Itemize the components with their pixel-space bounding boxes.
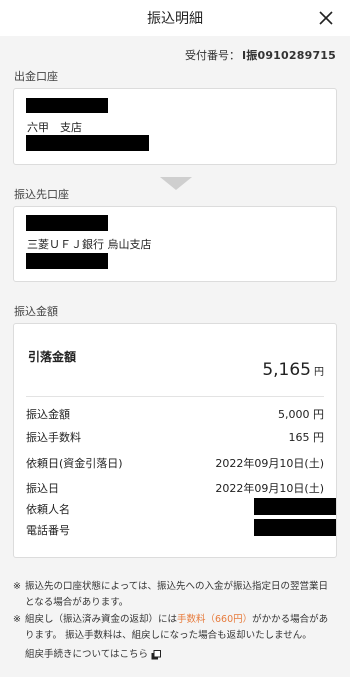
external-link-icon (151, 650, 162, 660)
detail-row-request-date: 依頼日(資金引落日) 2022年09月10日(土) (26, 455, 324, 471)
yen-unit: 円 (314, 367, 324, 378)
detail-label: 依頼日(資金引落日) (26, 457, 123, 470)
close-icon[interactable] (316, 8, 336, 28)
redacted-account-number (26, 135, 149, 151)
detail-row-fee: 振込手数料 165 円 (26, 429, 324, 445)
receipt-number: 受付番号： I振0910289715 (185, 47, 336, 63)
source-branch: 六甲 支店 (27, 121, 82, 134)
divider (26, 396, 324, 397)
detail-value: 2022年09月10日(土) (215, 457, 324, 470)
detail-label: 振込日 (26, 482, 59, 495)
detail-value: 165 円 (288, 431, 325, 444)
fee-highlight: 手数料（660円） (177, 614, 253, 625)
note-text: 組戻し（振込済み資金の返却）には手数料（660円）がかかる場合があります。 振込… (25, 612, 336, 644)
redacted-account-name (26, 98, 108, 113)
receipt-label: 受付番号： (184, 49, 240, 62)
detail-label: 依頼人名 (26, 503, 70, 516)
redacted-recipient-name (26, 215, 108, 231)
detail-row-transfer-date: 振込日 2022年09月10日(土) (26, 480, 324, 496)
detail-label: 電話番号 (26, 524, 70, 537)
note-item: ※ 振込先の口座状態によっては、振込先への入金が振込指定日の翌営業日となる場合が… (13, 579, 336, 611)
link-label: 組戻手続きについてはこちら (25, 649, 149, 660)
debit-amount-value: 5,165 (262, 360, 311, 380)
note-text-part: 組戻し（振込済み資金の返却）には (25, 614, 178, 625)
detail-value: 2022年09月10日(土) (215, 482, 324, 495)
detail-value: 5,000 円 (278, 408, 324, 421)
detail-label: 振込金額 (26, 408, 70, 421)
note-text: 振込先の口座状態によっては、振込先への入金が振込指定日の翌営業日となる場合があり… (25, 581, 329, 608)
detail-row-transfer-amount: 振込金額 5,000 円 (26, 406, 324, 422)
down-arrow-icon (160, 177, 192, 190)
redacted-requester-name (254, 498, 336, 515)
page-title: 振込明細 (147, 11, 203, 27)
source-account-card: 六甲 支店 (13, 88, 337, 165)
dest-account-label: 振込先口座 (14, 188, 69, 201)
debit-amount: 5,165 円 (262, 360, 324, 380)
redacted-phone-number (254, 519, 336, 536)
notes: ※ 振込先の口座状態によっては、振込先への入金が振込指定日の翌営業日となる場合が… (13, 579, 336, 663)
dest-account-card: 三菱ＵＦＪ銀行 烏山支店 (13, 206, 337, 282)
receipt-value: I振0910289715 (241, 49, 336, 62)
source-account-label: 出金口座 (14, 70, 58, 83)
transfer-amount-label: 振込金額 (14, 305, 58, 318)
note-mark: ※ (13, 581, 21, 592)
dest-bank-branch: 三菱ＵＦＪ銀行 烏山支店 (27, 238, 152, 251)
detail-label: 振込手数料 (26, 431, 81, 444)
note-mark: ※ (13, 614, 21, 625)
debit-amount-label: 引落金額 (28, 350, 77, 364)
redacted-recipient-account (26, 253, 108, 269)
cancellation-procedure-link[interactable]: 組戻手続きについてはこちら (25, 647, 336, 663)
header: 振込明細 (0, 0, 350, 36)
note-item: ※ 組戻し（振込済み資金の返却）には手数料（660円）がかかる場合があります。 … (13, 612, 336, 644)
transfer-details-card: 引落金額 5,165 円 振込金額 5,000 円 振込手数料 165 円 依頼日… (13, 323, 337, 558)
